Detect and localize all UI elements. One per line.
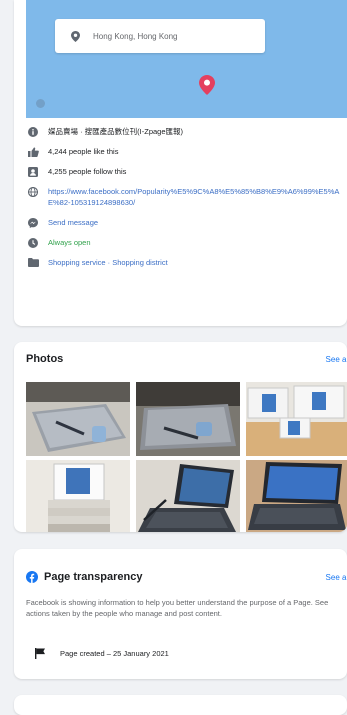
photo-thumbnail[interactable] [246,460,347,532]
location-pin-icon [67,28,83,44]
website-link[interactable]: https://www.facebook.com/Popularity%E5%9… [48,186,344,208]
categories-link[interactable]: Shopping service · Shopping district [48,257,168,268]
send-message-link[interactable]: Send message [48,217,98,228]
hours-text: Always open [48,238,91,247]
map-location-text: Hong Kong, Hong Kong [93,31,178,41]
transparency-see-all-link[interactable]: See all [326,573,347,582]
messenger-icon [26,217,40,228]
map-location-box[interactable]: Hong Kong, Hong Kong [55,19,265,53]
category-row: 媒品賣場 · 搜匯產品數位刊(I-Zpage匯報) [26,126,344,137]
page-info-card: Hong Kong, Hong Kong 媒品賣場 · 搜匯產品數位刊(I-Zp… [14,0,347,326]
facebook-icon [26,571,38,583]
transparency-title: Page transparency [44,571,143,583]
photos-see-all-link[interactable]: See all [326,355,347,364]
follow-icon [26,166,40,177]
folder-icon [26,257,40,268]
map[interactable]: Hong Kong, Hong Kong [26,0,347,118]
website-row: https://www.facebook.com/Popularity%E5%9… [26,186,344,208]
photo-thumbnail[interactable] [246,382,347,456]
transparency-header: Page transparency See all [26,571,347,583]
category-text: 媒品賣場 · 搜匯產品數位刊(I-Zpage匯報) [48,127,184,136]
map-marker-icon[interactable] [199,75,215,95]
likes-text: 4,244 people like this [48,147,119,156]
photos-card: Photos See all [14,342,347,532]
message-row: Send message [26,217,344,228]
page-details: 媒品賣場 · 搜匯產品數位刊(I-Zpage匯報) 4,244 people l… [26,126,344,277]
map-attribution-icon [36,99,45,108]
page-transparency-card: Page transparency See all Facebook is sh… [14,549,347,679]
follows-text: 4,255 people follow this [48,167,127,176]
flag-icon [34,647,46,659]
clock-icon [26,237,40,248]
info-icon [26,126,40,137]
follows-row: 4,255 people follow this [26,166,344,177]
photos-title: Photos [26,353,64,365]
globe-icon [26,186,40,197]
next-section-card [14,695,347,715]
photo-thumbnail[interactable] [26,382,130,456]
photo-thumbnail[interactable] [136,382,240,456]
likes-row: 4,244 people like this [26,146,344,157]
hours-row: Always open [26,237,344,248]
transparency-description: Facebook is showing information to help … [26,598,329,618]
photo-thumbnail[interactable] [136,460,240,532]
category-links-row: Shopping service · Shopping district [26,257,344,268]
photos-header: Photos See all [26,353,347,365]
thumbs-up-icon [26,146,40,157]
photo-thumbnail[interactable] [26,460,130,532]
page-created-row: Page created – 25 January 2021 [34,647,169,659]
page-created-text: Page created – 25 January 2021 [60,648,169,658]
